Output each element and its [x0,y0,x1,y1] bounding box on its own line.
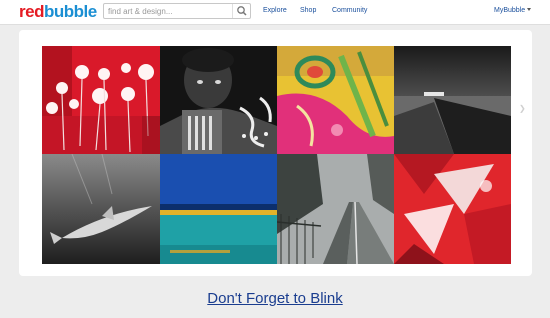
nav-explore-link[interactable]: Explore [263,7,287,14]
red-flowers-image [42,46,160,154]
blue-pool-image [160,154,277,264]
shark-image [42,154,160,264]
thumb-red-abstract[interactable] [394,154,511,264]
thumb-bw-shark[interactable] [42,154,160,264]
nav-community-link[interactable]: Community [332,7,367,14]
thumb-foggy-road[interactable] [277,154,394,264]
bw-seascape-image [394,46,511,154]
search-button[interactable] [232,4,250,18]
thumb-blue-pool[interactable] [160,154,277,264]
nav-shop-link[interactable]: Shop [300,7,316,14]
thumb-abstract-yellow-pink[interactable] [277,46,394,154]
abstract-colorful-image [277,46,394,154]
mybubble-menu[interactable]: MyBubble [494,7,532,14]
search-icon [237,6,247,16]
next-arrow-icon[interactable]: ❯ [519,104,526,113]
chevron-down-icon [527,8,532,11]
logo-bubble-text: bubble [43,2,97,21]
top-navigation-bar: redbubble Explore Shop Community MyBubbl… [0,0,550,25]
mybubble-label: MyBubble [494,7,526,14]
thumb-red-white-flowers[interactable] [42,46,160,154]
artwork-thumbnail-grid [42,46,511,264]
logo-red-text: red [19,2,44,21]
search-input[interactable] [104,4,236,18]
search-box [103,3,251,19]
foggy-road-image [277,154,394,264]
artwork-title-link[interactable]: Don't Forget to Blink [0,290,550,307]
redbubble-logo[interactable]: redbubble [19,2,97,22]
portrait-image [160,46,277,154]
red-abstract-image [394,154,511,264]
thumb-bw-seascape-path[interactable] [394,46,511,154]
thumb-portrait-painted-man[interactable] [160,46,277,154]
